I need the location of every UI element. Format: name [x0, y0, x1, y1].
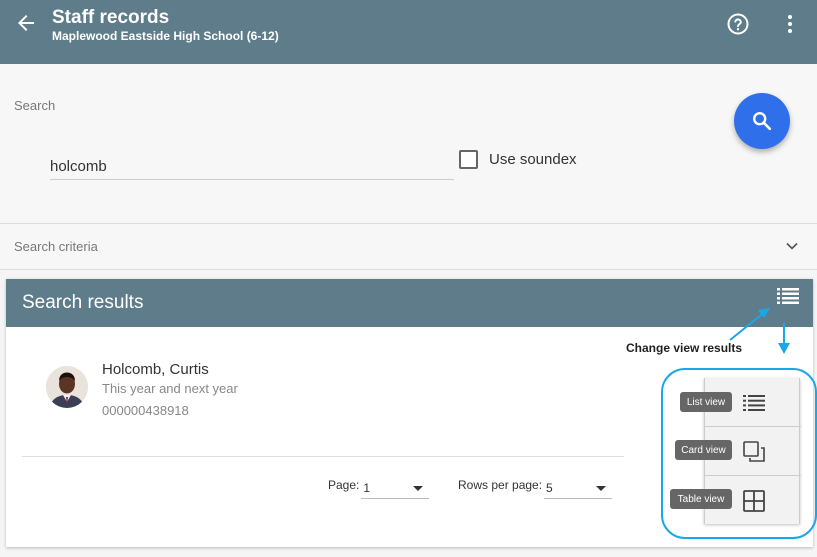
- staff-enrollment: This year and next year: [102, 381, 238, 396]
- avatar: [46, 366, 88, 408]
- rows-per-page-selector: Rows per page: 5: [458, 478, 613, 499]
- school-name: Maplewood Eastside High School (6-12): [52, 29, 279, 43]
- back-arrow-icon[interactable]: [14, 11, 38, 35]
- page-label: Page:: [328, 478, 360, 492]
- search-panel: Search Use soundex: [0, 64, 817, 223]
- search-icon: [753, 112, 772, 131]
- search-input[interactable]: [50, 150, 454, 180]
- divider: [22, 456, 624, 457]
- search-button[interactable]: [734, 93, 790, 149]
- help-icon[interactable]: [726, 12, 750, 36]
- page-selector: Page: 1: [328, 478, 430, 499]
- checkbox-box[interactable]: [459, 150, 478, 169]
- staff-id: 000000438918: [102, 403, 189, 418]
- rows-per-page-value: 5: [546, 481, 553, 495]
- dropdown-arrow-icon: [413, 485, 424, 491]
- chevron-down-icon[interactable]: [782, 236, 802, 256]
- more-vert-icon[interactable]: [778, 12, 802, 36]
- page-value: 1: [363, 481, 371, 495]
- list-view-toggle-icon[interactable]: [776, 284, 800, 308]
- app-bar: Staff records Maplewood Eastside High Sc…: [0, 0, 817, 64]
- search-criteria-expander[interactable]: Search criteria: [0, 223, 817, 270]
- results-title: Search results: [22, 292, 144, 313]
- search-criteria-label: Search criteria: [14, 239, 98, 254]
- search-label: Search: [14, 98, 56, 113]
- use-soundex-label: Use soundex: [489, 151, 577, 168]
- change-view-callout: Change view results: [626, 341, 743, 355]
- results-header: Search results: [6, 279, 813, 327]
- use-soundex-checkbox[interactable]: Use soundex: [459, 150, 577, 169]
- staff-name[interactable]: Holcomb, Curtis: [102, 361, 209, 378]
- rows-per-page-label: Rows per page:: [458, 478, 543, 492]
- dropdown-arrow-icon: [596, 485, 607, 491]
- rows-per-page-select[interactable]: 5: [544, 478, 613, 499]
- page-title: Staff records: [52, 7, 170, 28]
- annotation-highlight: [661, 368, 817, 539]
- page-select[interactable]: 1: [361, 478, 430, 499]
